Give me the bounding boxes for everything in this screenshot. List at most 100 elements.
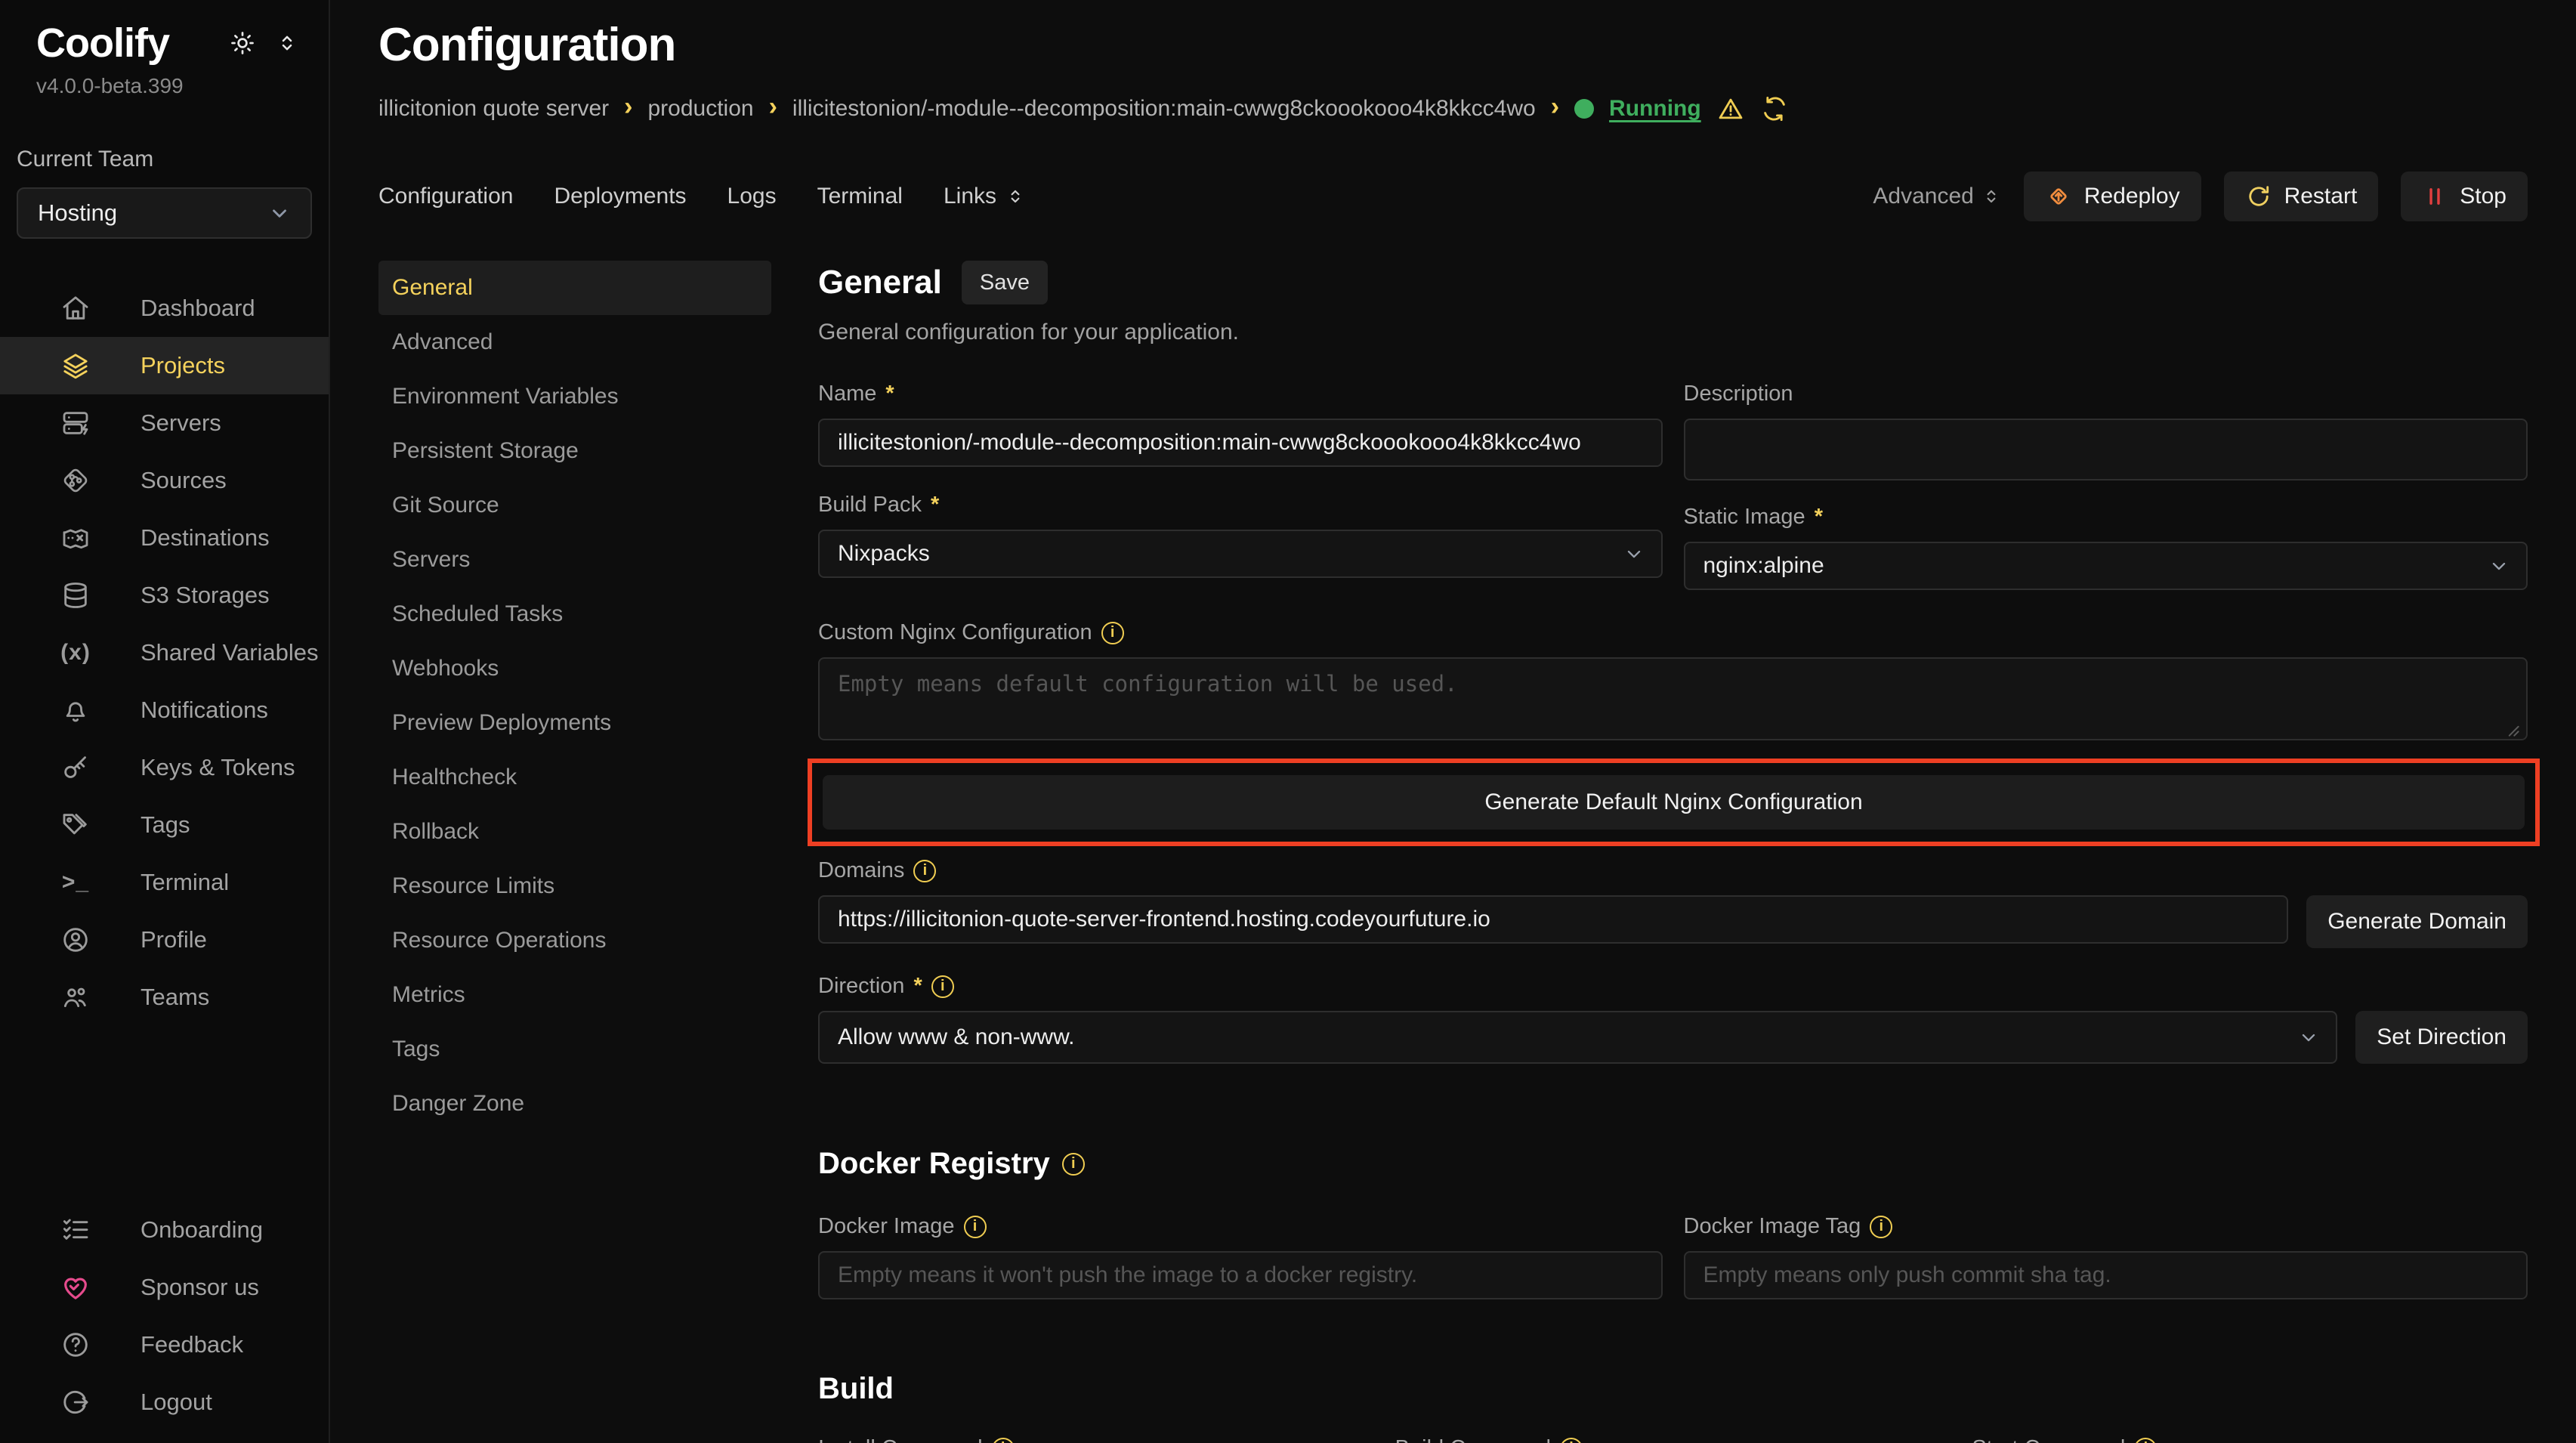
subnav-tags[interactable]: Tags (378, 1022, 771, 1077)
subnav-metrics[interactable]: Metrics (378, 968, 771, 1022)
current-team-label: Current Team (17, 147, 329, 172)
restart-button[interactable]: Restart (2224, 171, 2379, 221)
sidebar-item-profile[interactable]: Profile (0, 911, 329, 969)
sidebar-item-shared-variables[interactable]: (x) Shared Variables (0, 624, 329, 681)
info-icon[interactable]: i (1101, 622, 1124, 644)
team-select[interactable]: Hosting (17, 187, 312, 239)
info-icon[interactable]: i (1870, 1216, 1892, 1238)
breadcrumb-project[interactable]: illicitonion quote server (378, 96, 609, 122)
page-title: Configuration (378, 18, 2528, 72)
name-input[interactable] (818, 419, 1663, 467)
breadcrumb-application[interactable]: illicitestonion/-module--decomposition:m… (792, 96, 1536, 122)
info-icon[interactable]: i (1560, 1438, 1583, 1443)
sidebar-item-dashboard[interactable]: Dashboard (0, 280, 329, 337)
breadcrumb: illicitonion quote server › production ›… (378, 94, 2528, 123)
key-icon (59, 752, 92, 783)
sidebar-item-terminal[interactable]: >_ Terminal (0, 854, 329, 911)
subnav-git-source[interactable]: Git Source (378, 478, 771, 533)
tab-links[interactable]: Links (944, 184, 1025, 209)
refresh-icon[interactable] (1760, 94, 1789, 123)
checklist-icon (59, 1215, 92, 1245)
advanced-menu[interactable]: Advanced (1873, 184, 2000, 209)
database-icon (59, 580, 92, 610)
sidebar-item-keys-tokens[interactable]: Keys & Tokens (0, 739, 329, 796)
build-pack-select[interactable]: Nixpacks (818, 530, 1663, 578)
warning-triangle-icon[interactable] (1716, 94, 1745, 123)
tab-logs[interactable]: Logs (727, 184, 777, 209)
theme-toggle-sun-icon[interactable] (229, 29, 256, 57)
domains-input[interactable] (818, 895, 2288, 944)
subnav-persistent-storage[interactable]: Persistent Storage (378, 424, 771, 478)
app-logo[interactable]: Coolify (36, 20, 169, 66)
resize-grip-icon[interactable] (2502, 719, 2522, 739)
info-icon[interactable]: i (913, 860, 936, 882)
sidebar-nav: Dashboard Projects Servers Sources (0, 280, 329, 1026)
subnav-preview-deployments[interactable]: Preview Deployments (378, 696, 771, 750)
info-icon[interactable]: i (992, 1438, 1015, 1443)
description-input[interactable] (1684, 419, 2528, 480)
sidebar-item-sponsor-us[interactable]: Sponsor us (0, 1259, 329, 1316)
sidebar-item-destinations[interactable]: Destinations (0, 509, 329, 567)
subnav-general[interactable]: General (378, 261, 771, 315)
subnav-webhooks[interactable]: Webhooks (378, 641, 771, 696)
docker-image-tag-input[interactable] (1684, 1251, 2528, 1299)
sidebar-item-s3-storages[interactable]: S3 Storages (0, 567, 329, 624)
sidebar-item-projects[interactable]: Projects (0, 337, 329, 394)
subnav-danger-zone[interactable]: Danger Zone (378, 1077, 771, 1131)
sidebar-item-servers[interactable]: Servers (0, 394, 329, 452)
direction-select[interactable]: Allow www & non-www. (818, 1011, 2337, 1064)
info-icon[interactable]: i (964, 1216, 987, 1238)
chevron-down-icon (268, 202, 291, 224)
domains-label: Domains i (818, 858, 2528, 883)
description-label: Description (1684, 382, 2528, 406)
sidebar-item-notifications[interactable]: Notifications (0, 681, 329, 739)
breadcrumb-environment[interactable]: production (647, 96, 753, 122)
info-icon[interactable]: i (2134, 1438, 2157, 1443)
subnav-environment-variables[interactable]: Environment Variables (378, 369, 771, 424)
chevron-right-icon: › (1551, 92, 1559, 122)
direction-label: Direction* i (818, 974, 2528, 999)
tab-terminal[interactable]: Terminal (817, 184, 903, 209)
build-pack-label: Build Pack* (818, 493, 1663, 518)
header-actions: Advanced Redeploy Restart (1873, 171, 2528, 221)
set-direction-button[interactable]: Set Direction (2355, 1011, 2528, 1064)
sidebar-item-teams[interactable]: Teams (0, 969, 329, 1026)
updown-chevrons-icon (1005, 187, 1025, 206)
generate-default-nginx-button[interactable]: Generate Default Nginx Configuration (823, 775, 2525, 830)
subnav-rollback[interactable]: Rollback (378, 805, 771, 859)
logo-row: Coolify (36, 20, 298, 66)
static-image-select[interactable]: nginx:alpine (1684, 542, 2528, 590)
status-badge[interactable]: Running (1609, 96, 1701, 122)
docker-image-tag-label: Docker Image Tag i (1684, 1214, 2528, 1239)
info-icon[interactable]: i (931, 975, 954, 998)
stop-button[interactable]: Stop (2401, 171, 2528, 221)
start-command-label: Start Command i (1972, 1436, 2528, 1443)
theme-select-chevrons-icon[interactable] (276, 32, 298, 54)
tab-deployments[interactable]: Deployments (554, 184, 686, 209)
generate-domain-button[interactable]: Generate Domain (2306, 895, 2528, 948)
info-icon[interactable]: i (1062, 1153, 1085, 1176)
redeploy-button[interactable]: Redeploy (2024, 171, 2201, 221)
save-button[interactable]: Save (962, 261, 1048, 304)
sidebar-item-tags[interactable]: Tags (0, 796, 329, 854)
chevron-down-icon (1623, 543, 1645, 564)
subnav-scheduled-tasks[interactable]: Scheduled Tasks (378, 587, 771, 641)
subnav-resource-limits[interactable]: Resource Limits (378, 859, 771, 913)
subnav-healthcheck[interactable]: Healthcheck (378, 750, 771, 805)
sidebar-item-logout[interactable]: Logout (0, 1373, 329, 1431)
subnav-resource-operations[interactable]: Resource Operations (378, 913, 771, 968)
static-image-label: Static Image* (1684, 505, 2528, 530)
map-icon (59, 523, 92, 553)
sidebar-item-onboarding[interactable]: Onboarding (0, 1201, 329, 1259)
custom-nginx-textarea[interactable] (818, 657, 2528, 740)
logout-icon (59, 1387, 92, 1417)
build-title: Build (818, 1372, 2528, 1406)
main-content: Configuration illicitonion quote server … (332, 0, 2576, 1443)
sidebar-item-feedback[interactable]: Feedback (0, 1316, 329, 1373)
tab-configuration[interactable]: Configuration (378, 184, 513, 209)
docker-image-input[interactable] (818, 1251, 1663, 1299)
sidebar-item-sources[interactable]: Sources (0, 452, 329, 509)
subnav-advanced[interactable]: Advanced (378, 315, 771, 369)
users-icon (59, 982, 92, 1012)
subnav-servers[interactable]: Servers (378, 533, 771, 587)
